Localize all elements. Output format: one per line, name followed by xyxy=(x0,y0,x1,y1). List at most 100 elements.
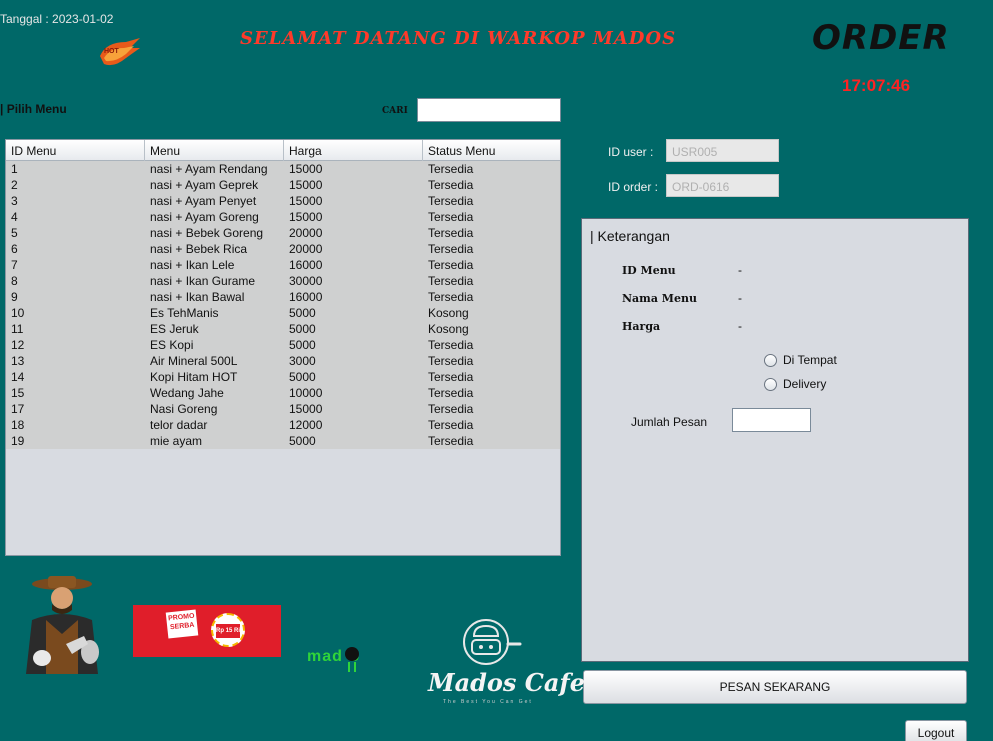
cell-status: Tersedia xyxy=(428,258,474,272)
cell-menu: nasi + Ikan Gurame xyxy=(150,274,256,288)
cell-harga: 5000 xyxy=(289,322,316,336)
cell-id: 5 xyxy=(11,226,18,240)
radio-delivery[interactable]: Delivery xyxy=(764,377,826,391)
cell-menu: ES Kopi xyxy=(150,338,194,352)
cell-menu: Air Mineral 500L xyxy=(150,354,238,368)
cell-menu: nasi + Ayam Geprek xyxy=(150,178,259,192)
cell-harga: 5000 xyxy=(289,370,316,384)
cell-harga: 3000 xyxy=(289,354,316,368)
cell-menu: ES Jeruk xyxy=(150,322,199,336)
table-row[interactable]: 4 nasi + Ayam Goreng 15000 Tersedia xyxy=(6,209,560,225)
cell-id: 18 xyxy=(11,418,25,432)
table-row[interactable]: 9 nasi + Ikan Bawal 16000 Tersedia xyxy=(6,289,560,305)
radio-label: Delivery xyxy=(783,377,827,391)
column-header-id[interactable]: ID Menu xyxy=(6,140,145,161)
table-header: ID Menu Menu Harga Status Menu xyxy=(6,140,560,161)
cell-harga: 5000 xyxy=(289,434,316,448)
clock: 17:07:46 xyxy=(842,76,911,95)
cell-menu: nasi + Ayam Penyet xyxy=(150,194,257,208)
table-row[interactable]: 5 nasi + Bebek Goreng 20000 Tersedia xyxy=(6,225,560,241)
table-row[interactable]: 2 nasi + Ayam Geprek 15000 Tersedia xyxy=(6,177,560,193)
promo-price-badge: Rp 15 Ribu xyxy=(211,613,245,647)
cafe-chef-icon xyxy=(456,614,524,666)
column-header-harga[interactable]: Harga xyxy=(284,140,423,161)
id-user-field: USR005 xyxy=(666,139,779,162)
table-row[interactable]: 18 telor dadar 12000 Tersedia xyxy=(6,417,560,433)
cell-status: Tersedia xyxy=(428,226,474,240)
cell-id: 3 xyxy=(11,194,18,208)
cell-id: 11 xyxy=(11,322,24,336)
column-header-menu[interactable]: Menu xyxy=(145,140,284,161)
cell-status: Tersedia xyxy=(428,386,474,400)
cell-harga: 20000 xyxy=(289,242,323,256)
table-row[interactable]: 12 ES Kopi 5000 Tersedia xyxy=(6,337,560,353)
menu-table[interactable]: ID Menu Menu Harga Status Menu 1 nasi + A… xyxy=(5,139,561,556)
cell-id: 12 xyxy=(11,338,25,352)
id-menu-label: ID Menu xyxy=(622,264,676,277)
cell-status: Tersedia xyxy=(428,434,474,448)
cell-menu: nasi + Bebek Rica xyxy=(150,242,248,256)
mados-figure-icon xyxy=(342,644,362,674)
radio-di-tempat[interactable]: Di Tempat xyxy=(764,353,837,367)
table-row[interactable]: 8 nasi + Ikan Gurame 30000 Tersedia xyxy=(6,273,560,289)
cell-harga: 20000 xyxy=(289,226,323,240)
cell-status: Tersedia xyxy=(428,338,474,352)
table-row[interactable]: 14 Kopi Hitam HOT 5000 Tersedia xyxy=(6,369,560,385)
table-row[interactable]: 11 ES Jeruk 5000 Kosong xyxy=(6,321,560,337)
cell-id: 9 xyxy=(11,290,18,304)
logout-button[interactable]: Logout xyxy=(905,720,967,741)
search-label: CARI xyxy=(382,106,408,116)
cell-status: Tersedia xyxy=(428,370,474,384)
cell-id: 13 xyxy=(11,354,25,368)
pesan-sekarang-button[interactable]: PESAN SEKARANG xyxy=(583,670,967,704)
cell-status: Tersedia xyxy=(428,354,474,368)
cell-menu: mie ayam xyxy=(150,434,203,448)
page-title: ORDER xyxy=(812,18,950,58)
cell-menu: telor dadar xyxy=(150,418,208,432)
table-row[interactable]: 17 Nasi Goreng 15000 Tersedia xyxy=(6,401,560,417)
cell-id: 6 xyxy=(11,242,18,256)
table-row[interactable]: 19 mie ayam 5000 Tersedia xyxy=(6,433,560,449)
promo-label: PROMO SERBA xyxy=(165,609,199,639)
cell-status: Tersedia xyxy=(428,162,474,176)
cell-status: Tersedia xyxy=(428,178,474,192)
cell-menu: Es TehManis xyxy=(150,306,219,320)
cell-menu: nasi + Ayam Goreng xyxy=(150,210,259,224)
radio-circle-icon[interactable] xyxy=(764,353,777,367)
table-row[interactable]: 10 Es TehManis 5000 Kosong xyxy=(6,305,560,321)
table-row[interactable]: 7 nasi + Ikan Lele 16000 Tersedia xyxy=(6,257,560,273)
cell-harga: 15000 xyxy=(289,194,323,208)
svg-text:HOT: HOT xyxy=(104,48,120,55)
table-row[interactable]: 15 Wedang Jahe 10000 Tersedia xyxy=(6,385,560,401)
cell-menu: nasi + Ikan Lele xyxy=(150,258,235,272)
id-order-label: ID order : xyxy=(608,180,659,194)
cell-menu: Nasi Goreng xyxy=(150,402,218,416)
cell-status: Tersedia xyxy=(428,194,474,208)
jumlah-input[interactable] xyxy=(732,408,811,432)
cell-harga: 16000 xyxy=(289,290,323,304)
jumlah-label: Jumlah Pesan xyxy=(631,415,708,429)
nama-menu-value: - xyxy=(738,291,742,305)
cell-status: Tersedia xyxy=(428,418,474,432)
cell-status: Tersedia xyxy=(428,242,474,256)
cell-harga: 5000 xyxy=(289,338,316,352)
table-row[interactable]: 13 Air Mineral 500L 3000 Tersedia xyxy=(6,353,560,369)
cell-harga: 15000 xyxy=(289,162,323,176)
radio-circle-icon[interactable] xyxy=(764,377,777,391)
table-row[interactable]: 3 nasi + Ayam Penyet 15000 Tersedia xyxy=(6,193,560,209)
cell-harga: 16000 xyxy=(289,258,323,272)
barista-illustration-icon xyxy=(12,574,112,682)
column-header-status[interactable]: Status Menu xyxy=(423,140,560,161)
cell-harga: 15000 xyxy=(289,178,323,192)
cell-harga: 15000 xyxy=(289,402,323,416)
search-input[interactable] xyxy=(417,98,561,122)
id-menu-value: - xyxy=(738,263,742,277)
id-order-field: ORD-0616 xyxy=(666,174,779,197)
cell-status: Tersedia xyxy=(428,402,474,416)
harga-value: - xyxy=(738,319,742,333)
cell-status: Tersedia xyxy=(428,210,474,224)
cafe-name: Mados Cafe xyxy=(428,668,586,697)
table-row[interactable]: 1 nasi + Ayam Rendang 15000 Tersedia xyxy=(6,161,560,177)
cell-status: Tersedia xyxy=(428,290,474,304)
table-row[interactable]: 6 nasi + Bebek Rica 20000 Tersedia xyxy=(6,241,560,257)
